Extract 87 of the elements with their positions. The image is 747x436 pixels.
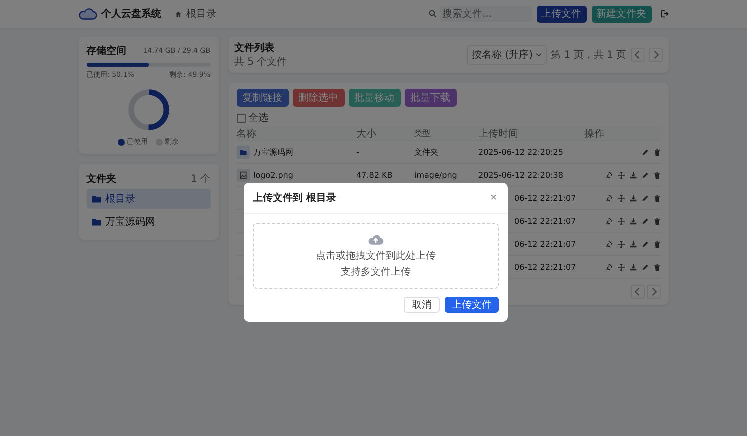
trash-icon[interactable] [654,240,660,248]
next-page-icon[interactable] [648,48,662,62]
download-icon[interactable] [630,218,636,224]
drop-instruction: 点击或拖拽文件到此处上传 [316,250,436,262]
link-icon[interactable] [606,172,612,178]
column-header: 类型 [414,128,432,139]
column-header: 操作 [584,128,606,140]
previous-page-icon[interactable] [630,285,644,299]
dialog-button[interactable]: 上传文件 [445,297,499,313]
pencil-icon[interactable] [642,148,648,156]
header-button[interactable]: 上传文件 [536,6,586,22]
checkbox[interactable] [236,114,246,122]
table-cell-text: 06-12 22:21:07 [514,194,578,202]
search-field[interactable]: 搜索文件... [440,6,532,22]
dialog-button[interactable]: 取消 [404,297,440,313]
pencil-icon[interactable] [642,172,648,178]
link-icon[interactable] [606,264,612,270]
sort-select[interactable]: 按名称 (升序) [467,45,548,65]
close-button[interactable]: × [488,192,499,204]
folders-title: 文件夹 [86,172,116,186]
column-header: 大小 [356,128,378,140]
cloud-logo-icon [78,7,96,21]
trash-icon[interactable] [654,194,660,202]
column-header: 上传时间 [478,128,520,140]
table-cell-text: 文件夹 [414,146,440,158]
page-info: 第 1 页，共 1 页 [551,48,626,62]
previous-page-icon[interactable] [630,48,644,62]
folder-name: 根目录 [106,192,136,206]
select-all-label: 全选 [248,112,268,125]
folder-item[interactable]: 根目录 [86,189,210,209]
move-icon[interactable] [618,240,624,248]
download-icon[interactable] [630,194,636,202]
legend-dot [118,138,125,146]
table-cell-text: 06-12 22:21:07 [514,216,578,226]
move-icon[interactable] [618,172,624,178]
folder-icon [92,218,100,226]
header-button[interactable]: 新建文件夹 [592,6,652,22]
table-cell-text: - [356,148,360,156]
pencil-icon[interactable] [642,194,648,202]
move-icon[interactable] [618,194,624,202]
table-cell-text: 2025-06-12 22:20:38 [478,170,564,180]
bulk-action-button[interactable]: 批量下载 [404,89,456,107]
pencil-icon[interactable] [642,264,648,270]
download-icon[interactable] [630,264,636,270]
trash-icon[interactable] [654,264,660,270]
app-name: 个人云盘系统 [102,8,162,21]
home-icon [174,10,182,18]
folder-name: 万宝源码网 [106,216,156,229]
drop-hint: 支持多文件上传 [341,266,411,278]
column-header: 名称 [236,128,258,140]
logout-icon[interactable] [660,10,668,18]
search-icon [428,10,436,18]
link-icon[interactable] [606,240,612,248]
download-icon[interactable] [630,172,636,178]
trash-icon[interactable] [654,218,660,224]
next-page-icon[interactable] [646,285,660,299]
folder-count: 1 个 [190,173,210,186]
list-title: 文件列表 [234,42,276,55]
bulk-action-button[interactable]: 复制链接 [236,89,288,107]
cloud-upload-icon [368,234,384,244]
image-file-icon [236,168,250,182]
link-icon[interactable] [606,194,612,202]
caret-icon [536,53,542,57]
trash-icon[interactable] [654,148,660,156]
storage-title: 存储空间 [86,44,126,58]
folder-icon [236,146,250,158]
breadcrumb-link[interactable]: 根目录 [186,7,216,21]
folder-icon [92,195,100,203]
file-name[interactable]: 万宝源码网 [254,146,294,158]
bulk-action-button[interactable]: 删除选中 [292,89,344,107]
table-cell-text: 06-12 22:21:07 [514,240,578,248]
pencil-icon[interactable] [642,218,648,224]
move-icon[interactable] [618,264,624,270]
move-icon[interactable] [618,218,624,224]
trash-icon[interactable] [654,172,660,178]
file-name[interactable]: logo2.png [254,170,294,180]
folder-item[interactable]: 万宝源码网 [86,212,210,232]
table-cell-text: 47.82 KB [356,170,394,180]
pencil-icon[interactable] [642,240,648,248]
download-icon[interactable] [630,240,636,248]
file-count: 共 5 个文件 [234,56,288,69]
dialog-title: 上传文件到 根目录 [253,192,336,205]
table-cell-text: 2025-06-12 22:20:25 [478,148,564,156]
table-cell-text: image/png [414,170,458,180]
drop-zone[interactable]: 点击或拖拽文件到此处上传 支持多文件上传 [253,223,499,289]
link-icon[interactable] [606,218,612,224]
table-cell-text: 06-12 22:21:07 [514,262,578,272]
